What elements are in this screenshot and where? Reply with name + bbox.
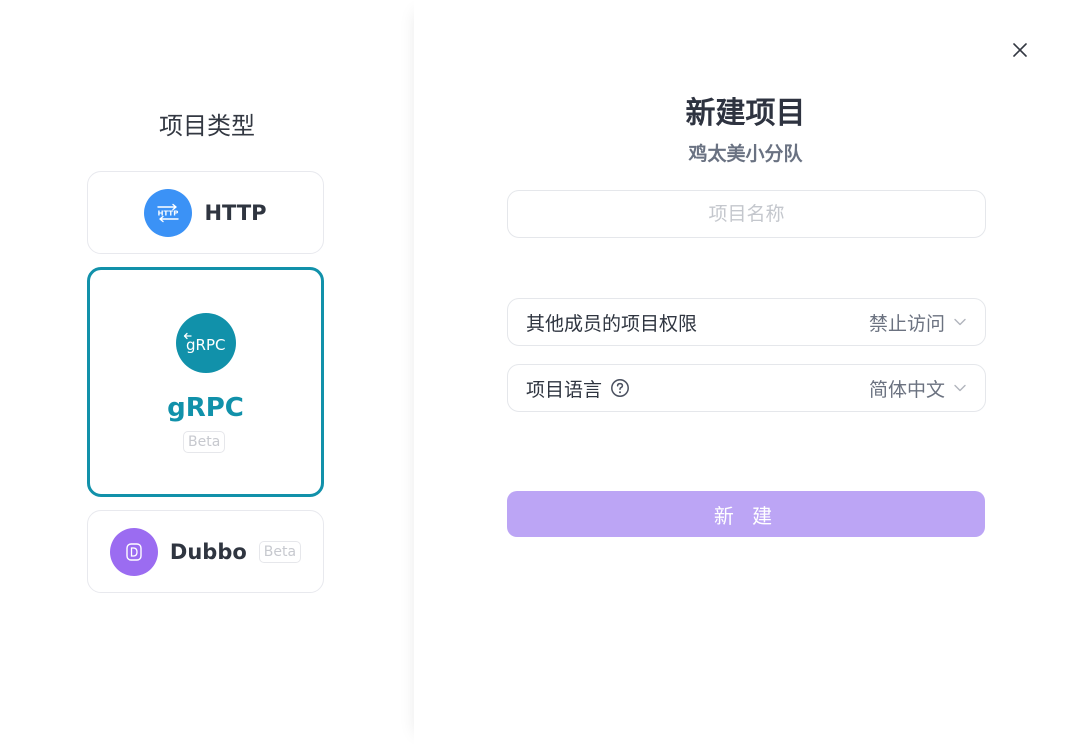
- dialog-title: 新建项目: [685, 96, 806, 131]
- dubbo-icon: [109, 527, 158, 576]
- http-label: HTTP: [204, 200, 267, 225]
- grpc-beta-badge: Beta: [183, 431, 226, 453]
- chevron-down-icon: [954, 318, 966, 326]
- grpc-icon: gRPC: [176, 313, 236, 373]
- project-language-select[interactable]: 项目语言 简体中文: [507, 364, 986, 412]
- permission-label: 其他成员的项目权限: [526, 312, 698, 335]
- member-permission-select[interactable]: 其他成员的项目权限 禁止访问: [507, 298, 986, 346]
- project-type-title: 项目类型: [159, 112, 255, 140]
- project-type-panel: 项目类型 HTTP HTTP gRPC gRPC Beta Dubbo Beta: [0, 0, 414, 745]
- dubbo-beta-badge: Beta: [258, 540, 302, 563]
- svg-text:gRPC: gRPC: [186, 336, 225, 354]
- help-circle-icon[interactable]: [610, 378, 630, 398]
- svg-text:HTTP: HTTP: [158, 209, 179, 217]
- project-name-input[interactable]: [507, 190, 986, 238]
- project-type-grpc[interactable]: gRPC gRPC Beta: [87, 267, 324, 497]
- project-type-dubbo[interactable]: Dubbo Beta: [87, 510, 324, 593]
- dubbo-label: Dubbo: [169, 539, 247, 564]
- create-button[interactable]: 新 建: [507, 491, 985, 537]
- grpc-label: gRPC: [167, 393, 244, 423]
- permission-value: 禁止访问: [868, 312, 945, 335]
- project-type-http[interactable]: HTTP HTTP: [87, 171, 324, 254]
- http-icon: HTTP: [144, 188, 193, 237]
- close-icon: [1013, 43, 1027, 57]
- language-label: 项目语言: [526, 378, 603, 401]
- chevron-down-icon: [954, 384, 966, 392]
- language-value: 简体中文: [868, 378, 945, 401]
- team-name: 鸡太美小分队: [688, 143, 803, 165]
- close-button[interactable]: [1008, 38, 1032, 62]
